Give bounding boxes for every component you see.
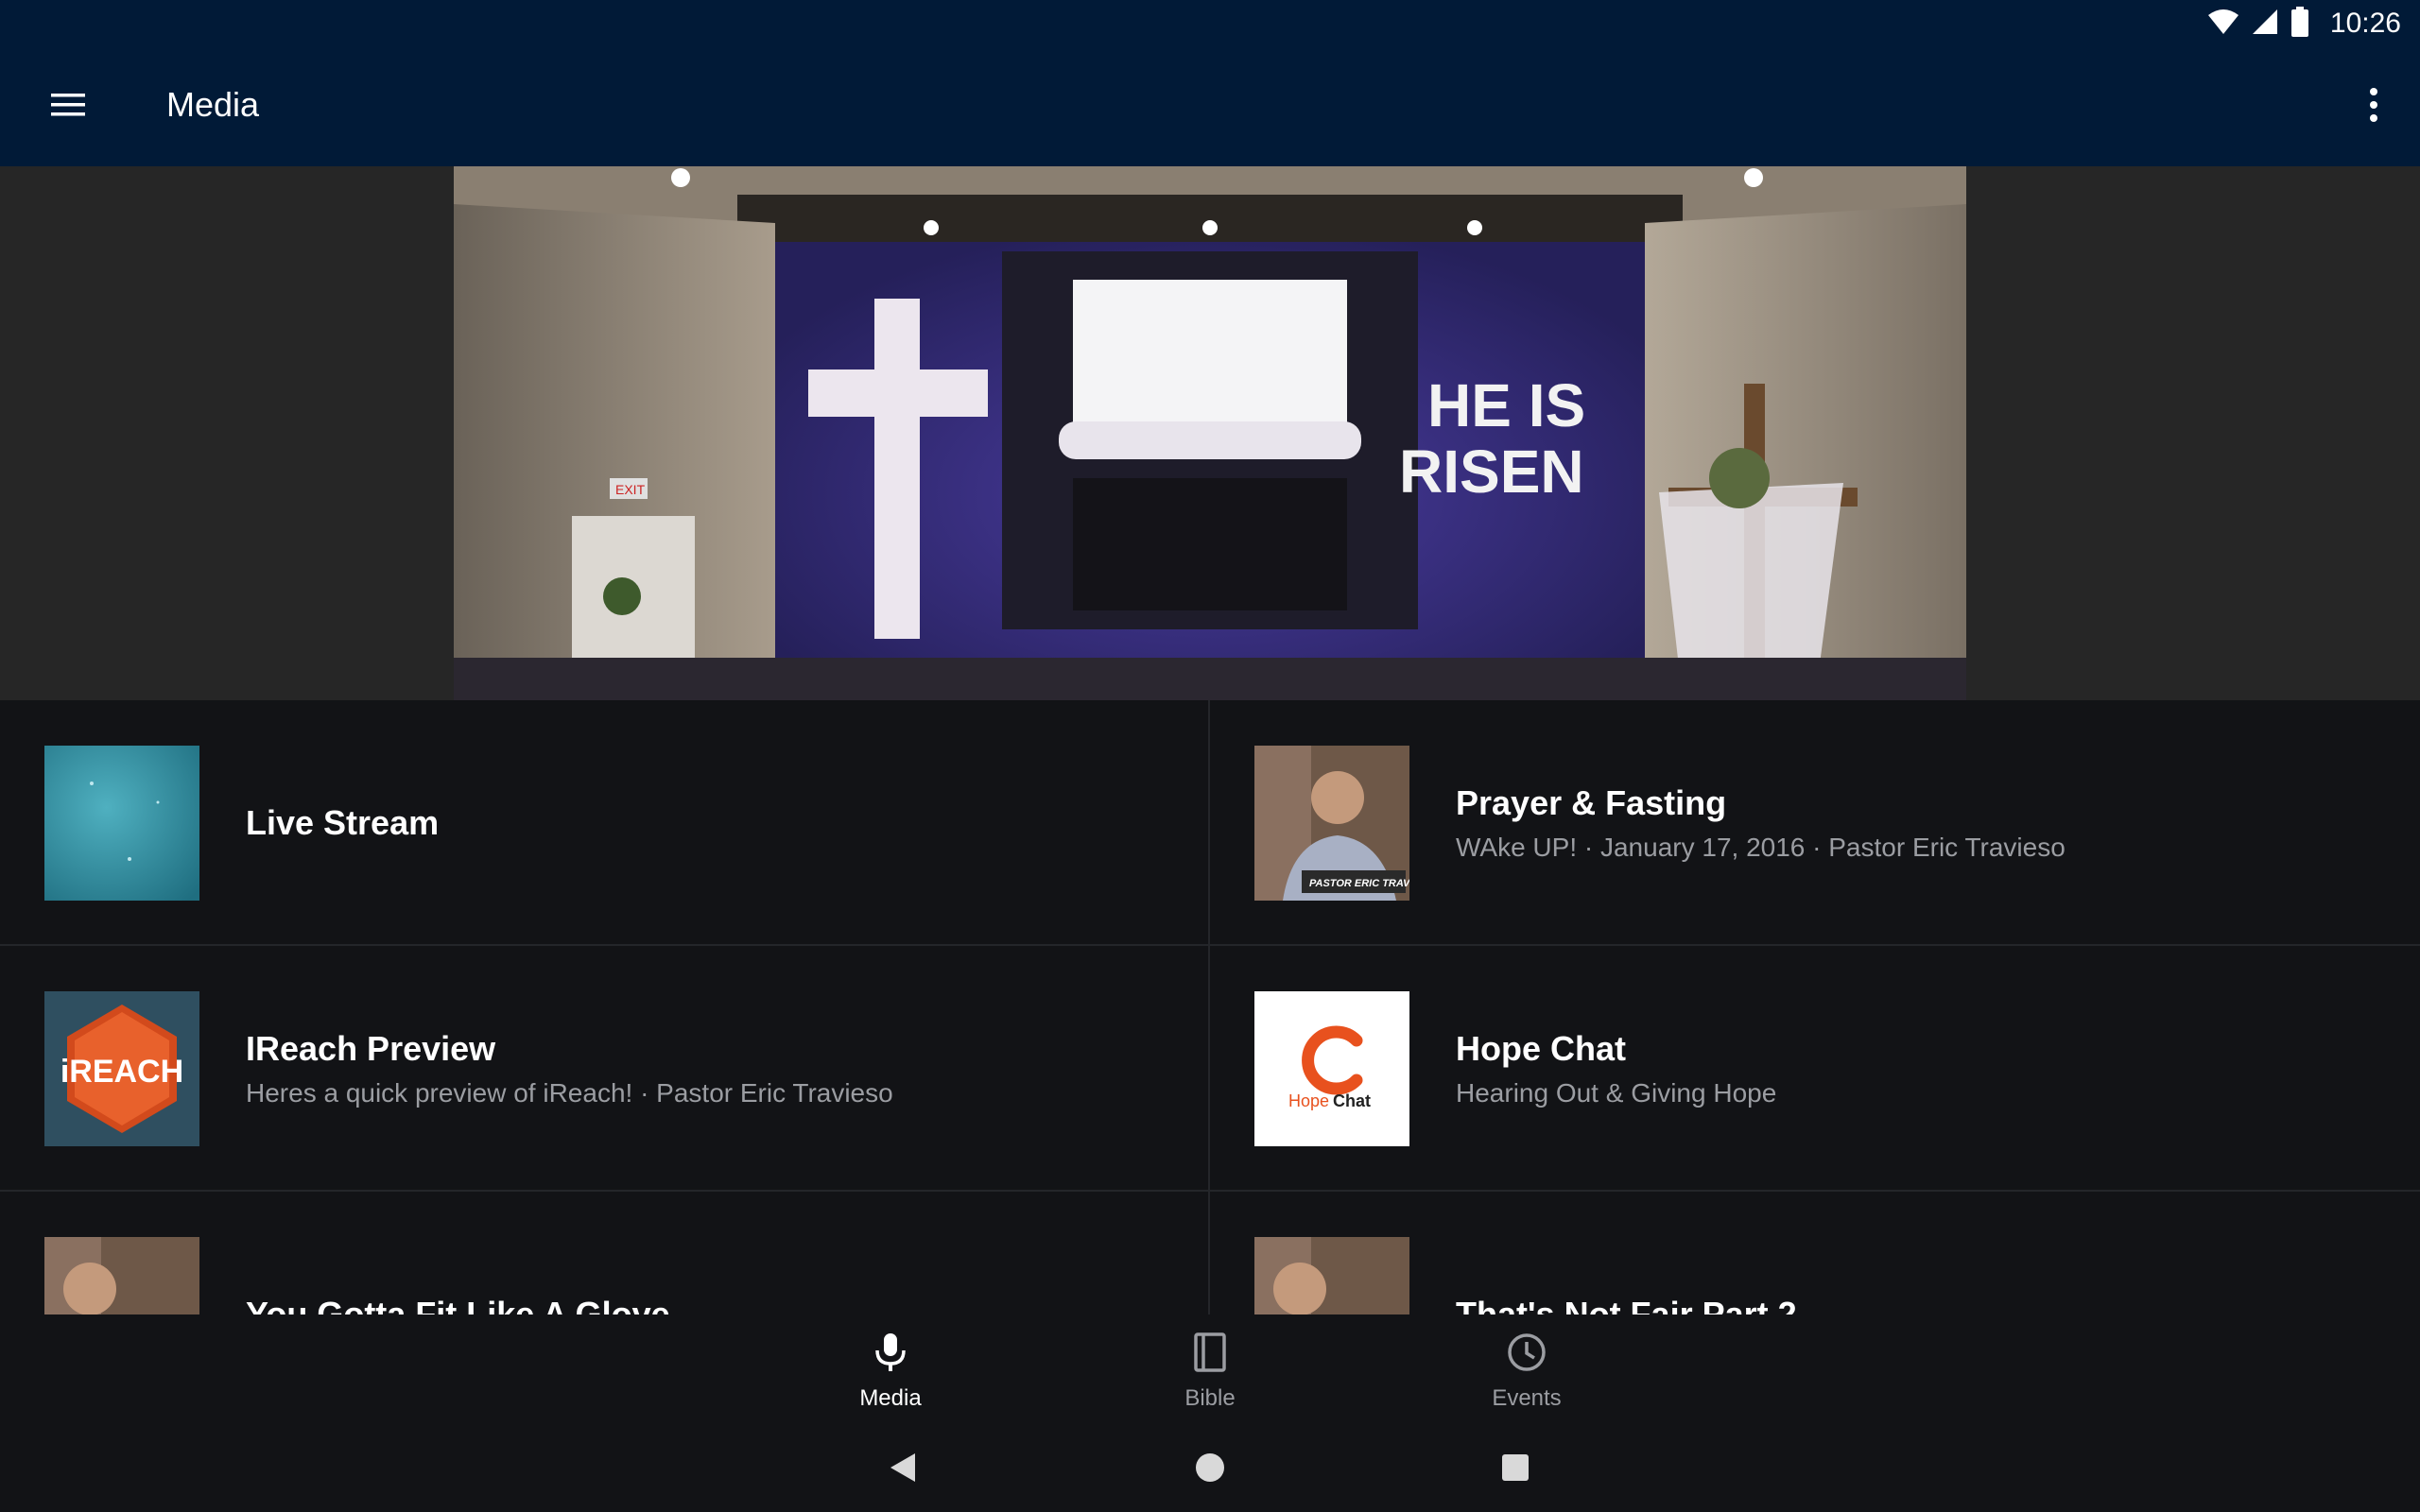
status-bar: 10:26 — [0, 0, 2420, 47]
book-icon — [1191, 1332, 1229, 1378]
thumb-caption-chat: Chat — [1333, 1091, 1371, 1110]
status-icons: 10:26 — [2207, 6, 2401, 42]
media-item-thats-not-fair-part-2[interactable]: That's Not Fair Part 2 — [1210, 1192, 2420, 1314]
media-item-title: Prayer & Fasting — [1456, 783, 1727, 822]
media-item-title: You Gotta Fit Like A Glove — [246, 1295, 670, 1314]
media-thumbnail — [44, 1237, 199, 1314]
hero-banner[interactable]: EXIT HE IS RISEN — [0, 166, 2420, 700]
exit-sign: EXIT — [615, 482, 646, 497]
media-item-title: That's Not Fair Part 2 — [1456, 1295, 1797, 1314]
media-item-title: Hope Chat — [1456, 1029, 1626, 1068]
thumb-caption: iREACH — [60, 1054, 183, 1090]
media-thumbnail — [44, 746, 199, 901]
signal-icon — [2251, 8, 2279, 41]
thumb-caption-hope: Hope — [1288, 1091, 1329, 1110]
media-item-title: IReach Preview — [246, 1029, 496, 1068]
media-item-subtitle: Hearing Out & Giving Hope — [1456, 1078, 1777, 1108]
system-recents-button[interactable] — [1492, 1446, 1539, 1493]
hero-sign-line2: RISEN — [1399, 438, 1584, 506]
hamburger-menu-button[interactable] — [38, 78, 98, 135]
media-thumbnail: PASTOR ERIC TRAVIESO — [1254, 746, 1409, 901]
back-icon — [887, 1452, 919, 1488]
app-root: 10:26 Media EXIT HE IS RISEN Live Stream… — [0, 0, 2420, 1512]
media-thumbnail: Hope Chat — [1254, 991, 1409, 1146]
more-vert-icon — [2368, 86, 2379, 129]
hamburger-menu-icon — [49, 91, 87, 124]
nav-label: Media — [859, 1385, 922, 1411]
hero-sign-line1: HE IS — [1427, 371, 1585, 439]
media-thumbnail: iREACH — [44, 991, 199, 1146]
system-back-button[interactable] — [879, 1446, 926, 1493]
wifi-icon — [2207, 8, 2239, 41]
status-time: 10:26 — [2329, 8, 2401, 39]
media-item-title: Live Stream — [246, 803, 440, 842]
overflow-menu-button[interactable] — [2350, 78, 2397, 135]
bottom-navigation: Media Bible Events — [0, 1314, 2420, 1427]
media-thumbnail — [1254, 1237, 1409, 1314]
media-item-subtitle: WAke UP! · January 17, 2016 · Pastor Eri… — [1456, 833, 2066, 862]
thumb-caption: PASTOR ERIC TRAVIESO — [1309, 878, 1409, 889]
system-navigation-bar — [0, 1427, 2420, 1512]
nav-tab-media[interactable]: Media — [805, 1332, 976, 1417]
microphone-icon — [872, 1332, 909, 1378]
media-item-fit-like-a-glove[interactable]: You Gotta Fit Like A Glove — [0, 1192, 1210, 1314]
media-list: Live Stream PASTOR ERIC TRAVIESO P — [0, 700, 2420, 1314]
media-item-ireach-preview[interactable]: iREACH IReach Preview Heres a quick prev… — [0, 946, 1210, 1192]
battery-icon — [2290, 6, 2309, 42]
app-bar: Media — [0, 47, 2420, 166]
hero-image-church-stage: EXIT HE IS RISEN — [454, 166, 1966, 700]
media-item-prayer-fasting[interactable]: PASTOR ERIC TRAVIESO Prayer & Fasting WA… — [1210, 700, 2420, 946]
nav-label: Bible — [1184, 1385, 1236, 1411]
nav-label: Events — [1492, 1385, 1562, 1411]
clock-icon — [1506, 1332, 1547, 1378]
nav-tab-events[interactable]: Events — [1442, 1332, 1612, 1417]
page-title: Media — [166, 85, 260, 124]
media-item-subtitle: Heres a quick preview of iReach! · Pasto… — [246, 1078, 893, 1108]
system-home-button[interactable] — [1186, 1446, 1234, 1493]
media-item-hope-chat[interactable]: Hope Chat Hope Chat Hearing Out & Giving… — [1210, 946, 2420, 1192]
media-item-live-stream[interactable]: Live Stream — [0, 700, 1210, 946]
nav-tab-bible[interactable]: Bible — [1125, 1332, 1295, 1417]
recents-icon — [1499, 1452, 1531, 1488]
home-icon — [1194, 1452, 1226, 1488]
